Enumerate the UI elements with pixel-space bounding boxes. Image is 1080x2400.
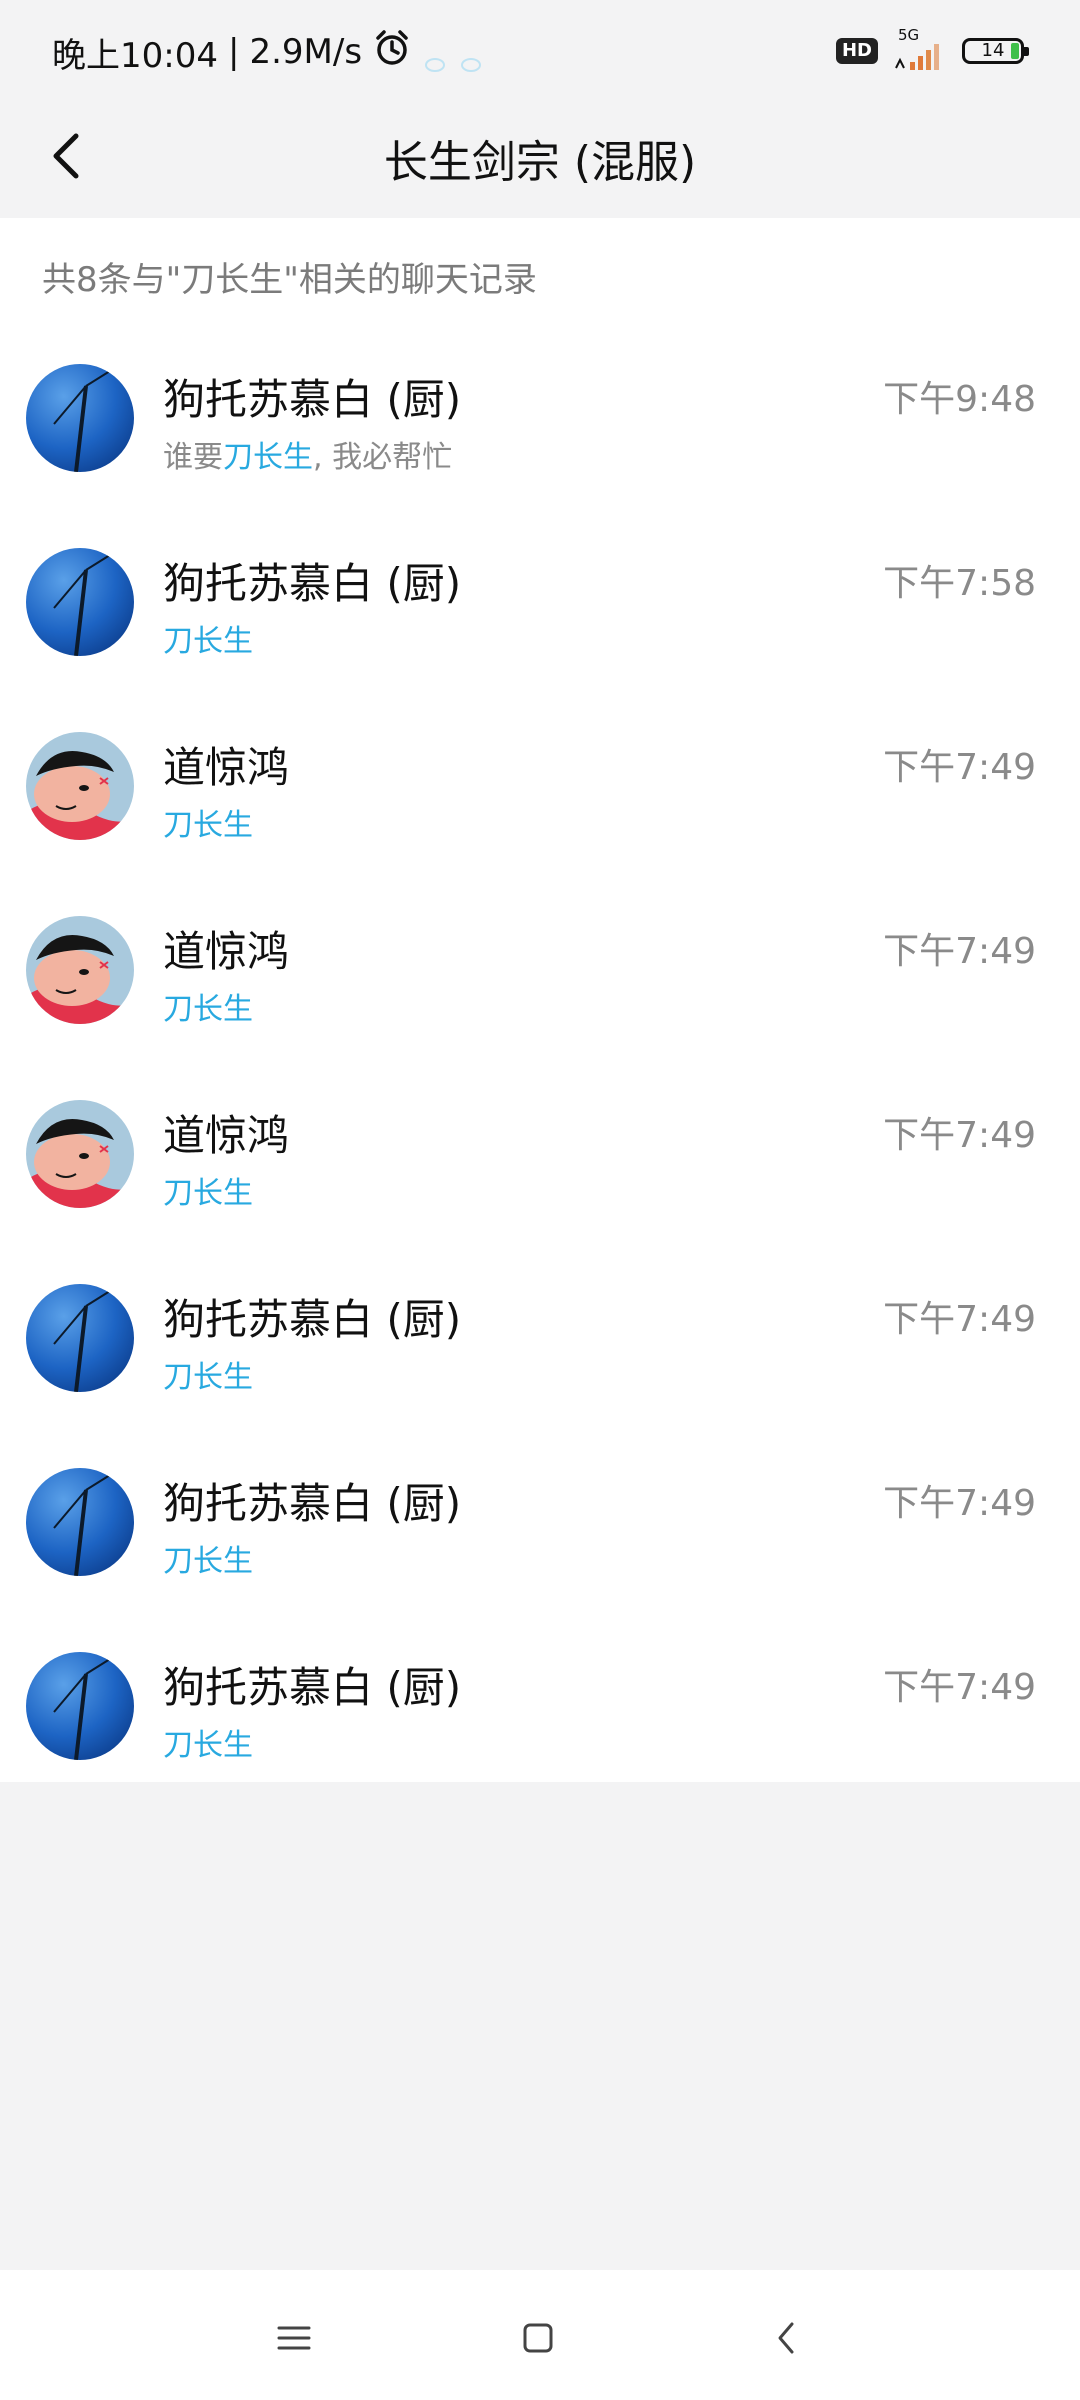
- battery-indicator: 14: [962, 38, 1029, 64]
- result-item[interactable]: 狗托苏慕白 (厨) 下午7:58 刀长生: [0, 518, 1080, 702]
- message-time: 下午7:49: [883, 1115, 1036, 1156]
- home-square-icon: [523, 2323, 553, 2353]
- message-time: 下午7:49: [883, 1299, 1036, 1340]
- message-snippet: 谁要刀长生, 我必帮忙: [163, 432, 452, 476]
- avatar[interactable]: [26, 1468, 134, 1576]
- status-time: 晚上10:04: [52, 35, 218, 76]
- keyword-highlight: 刀长生: [163, 1176, 253, 1211]
- message-snippet: 刀长生: [163, 1720, 253, 1764]
- status-separator: |: [227, 32, 240, 72]
- result-item[interactable]: 狗托苏慕白 (厨) 下午7:49 刀长生: [0, 1438, 1080, 1622]
- avatar[interactable]: [26, 1284, 134, 1392]
- avatar[interactable]: [26, 548, 134, 656]
- sender-name: 狗托苏慕白 (厨): [163, 1295, 462, 1344]
- nav-home-button[interactable]: [508, 2308, 568, 2368]
- message-snippet: 刀长生: [163, 984, 253, 1028]
- battery-fill: [1011, 43, 1019, 59]
- back-triangle-icon: [778, 2322, 794, 2354]
- header: 长生剑宗 (混服): [0, 100, 1080, 218]
- message-time: 下午7:49: [883, 747, 1036, 788]
- message-snippet: 刀长生: [163, 1536, 253, 1580]
- status-left: 晚上10:04 | 2.9M/s: [52, 28, 484, 77]
- avatar[interactable]: [26, 364, 134, 472]
- keyword-highlight: 刀长生: [163, 1728, 253, 1763]
- keyword-highlight: 刀长生: [223, 440, 313, 475]
- message-time: 下午9:48: [883, 379, 1036, 420]
- message-time: 下午7:58: [883, 563, 1036, 604]
- result-item[interactable]: 狗托苏慕白 (厨) 下午7:49 刀长生: [0, 1622, 1080, 1806]
- avatar[interactable]: [26, 732, 134, 840]
- battery-level: 14: [981, 40, 1005, 61]
- result-item[interactable]: 狗托苏慕白 (厨) 下午9:48 谁要刀长生, 我必帮忙: [0, 334, 1080, 518]
- sender-name: 狗托苏慕白 (厨): [163, 559, 462, 608]
- keyword-highlight: 刀长生: [163, 992, 253, 1027]
- alarm-icon: [372, 28, 412, 77]
- status-right: HD 5G 14: [835, 26, 1029, 74]
- search-results: 共8条与"刀长生"相关的聊天记录 狗托苏慕白 (厨) 下午9:48 谁要刀长生,…: [0, 218, 1080, 1782]
- keyword-highlight: 刀长生: [163, 1360, 253, 1395]
- nav-menu-button[interactable]: [264, 2308, 324, 2368]
- avatar[interactable]: [26, 1652, 134, 1760]
- keyword-highlight: 刀长生: [163, 808, 253, 843]
- system-nav-bar: [0, 2270, 1080, 2400]
- hd-badge: HD: [835, 38, 878, 64]
- qq-notification-icon: [422, 43, 448, 72]
- message-snippet: 刀长生: [163, 800, 253, 844]
- result-item[interactable]: 狗托苏慕白 (厨) 下午7:49 刀长生: [0, 1254, 1080, 1438]
- message-time: 下午7:49: [883, 931, 1036, 972]
- avatar[interactable]: [26, 916, 134, 1024]
- sender-name: 狗托苏慕白 (厨): [163, 375, 462, 424]
- snippet-suffix: , 我必帮忙: [313, 440, 453, 475]
- message-time: 下午7:49: [883, 1667, 1036, 1708]
- results-summary: 共8条与"刀长生"相关的聊天记录: [42, 260, 537, 300]
- avatar[interactable]: [26, 1100, 134, 1208]
- keyword-highlight: 刀长生: [163, 624, 253, 659]
- snippet-prefix: 谁要: [163, 440, 223, 475]
- signal-icon: 5G: [892, 26, 948, 74]
- results-list: 狗托苏慕白 (厨) 下午9:48 谁要刀长生, 我必帮忙 狗托苏慕白 (厨) 下…: [0, 334, 1080, 1806]
- message-snippet: 刀长生: [163, 616, 253, 660]
- keyword-highlight: 刀长生: [163, 1544, 253, 1579]
- nav-back-button[interactable]: [756, 2308, 816, 2368]
- message-snippet: 刀长生: [163, 1352, 253, 1396]
- sender-name: 道惊鸿: [163, 1111, 290, 1160]
- sender-name: 狗托苏慕白 (厨): [163, 1479, 462, 1528]
- result-item[interactable]: 道惊鸿 下午7:49 刀长生: [0, 1070, 1080, 1254]
- status-bar: 晚上10:04 | 2.9M/s HD 5G 14: [0, 0, 1080, 100]
- result-item[interactable]: 道惊鸿 下午7:49 刀长生: [0, 702, 1080, 886]
- qq-notification-icon: [458, 43, 484, 72]
- page-title: 长生剑宗 (混服): [383, 137, 697, 188]
- sender-name: 道惊鸿: [163, 927, 290, 976]
- result-item[interactable]: 道惊鸿 下午7:49 刀长生: [0, 886, 1080, 1070]
- menu-icon: [277, 2326, 311, 2350]
- status-speed: 2.9M/s: [249, 32, 363, 72]
- sender-name: 狗托苏慕白 (厨): [163, 1663, 462, 1712]
- message-snippet: 刀长生: [163, 1168, 253, 1212]
- sender-name: 道惊鸿: [163, 743, 290, 792]
- message-time: 下午7:49: [883, 1483, 1036, 1524]
